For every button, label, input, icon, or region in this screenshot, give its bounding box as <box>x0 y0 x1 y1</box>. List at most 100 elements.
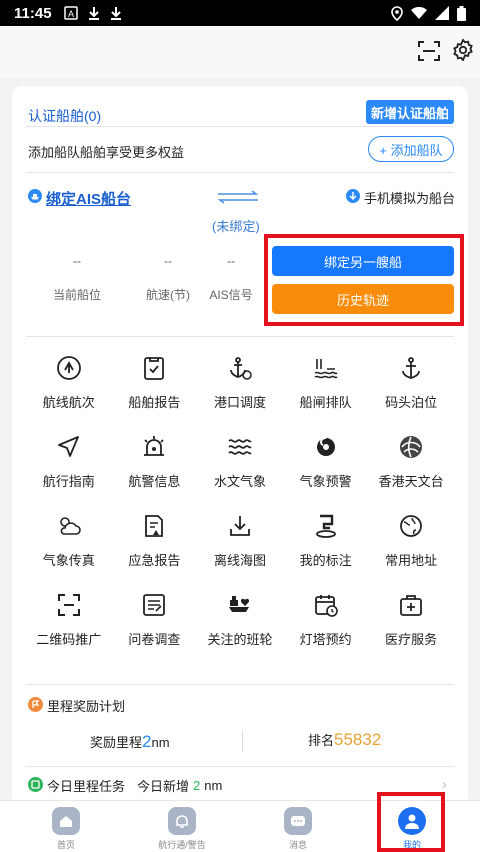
feature-label: 航行指南 <box>42 474 95 489</box>
feature-nav-guide[interactable]: 航行指南 <box>26 433 112 490</box>
svg-text:A: A <box>68 9 74 19</box>
feature-qrcode-promo[interactable]: 二维码推广 <box>26 591 112 648</box>
certified-ships-title[interactable]: 认证船舶(0) <box>28 106 101 126</box>
phone-sim-link[interactable]: 手机模拟为船台 <box>346 188 455 207</box>
tab-messages[interactable]: 消息 <box>258 807 338 851</box>
divider <box>242 730 243 752</box>
feature-nav-warning[interactable]: 航警信息 <box>112 433 198 490</box>
route-icon <box>55 354 83 382</box>
download-status-icon <box>88 6 100 20</box>
mileage-plan-title[interactable]: 里程奖励计划 <box>28 696 125 715</box>
status-bar: 11:45 A <box>0 0 480 26</box>
feature-label: 航线航次 <box>42 395 95 410</box>
divider <box>26 172 454 173</box>
feature-hk-observatory[interactable]: 香港天文台 <box>368 433 454 490</box>
stat-label: 航速(节) <box>146 288 190 302</box>
anchor-icon <box>397 354 425 382</box>
download-icon <box>226 512 254 540</box>
gear-icon[interactable] <box>452 38 474 66</box>
stat-position: -- 当前船位 <box>42 254 112 303</box>
alarm-icon <box>140 433 168 461</box>
task-new-unit: nm <box>204 778 223 793</box>
add-certified-ship-button[interactable]: 新增认证船舶 <box>366 100 454 124</box>
profile-card: 认证船舶(0) 新增认证船舶 添加船队船舶享受更多权益 + 添加船队 绑定AIS… <box>12 86 468 806</box>
feature-weather-fax[interactable]: 气象传真 <box>26 512 112 569</box>
feature-my-markers[interactable]: 我的标注 <box>283 512 369 569</box>
feature-label: 气象预警 <box>299 474 352 489</box>
feature-weather-alert[interactable]: 气象预警 <box>283 433 369 490</box>
task-new-label: 今日新增 <box>137 779 190 794</box>
feature-hydro-weather[interactable]: 水文气象 <box>197 433 283 490</box>
address-icon <box>397 512 425 540</box>
highlight-box <box>377 792 445 852</box>
feature-label: 船闸排队 <box>299 395 352 410</box>
feature-emergency-report[interactable]: 应急报告 <box>112 512 198 569</box>
feature-label: 港口调度 <box>213 395 266 410</box>
tab-home[interactable]: 首页 <box>26 807 106 851</box>
mileage-stats: 奖励里程2nm 排名55832 <box>26 726 454 756</box>
rank-value: 55832 <box>334 730 382 749</box>
feature-label: 水文气象 <box>213 474 266 489</box>
anchor-dispatch-icon <box>226 354 254 382</box>
emergency-report-icon <box>140 512 168 540</box>
chevron-right-icon: › <box>442 776 447 792</box>
navigate-icon <box>55 433 83 461</box>
reward-mileage[interactable]: 奖励里程2nm <box>90 732 170 752</box>
feature-label: 常用地址 <box>385 553 438 568</box>
feature-port-dispatch[interactable]: 港口调度 <box>197 354 283 411</box>
divider <box>26 126 454 127</box>
feature-label: 航警信息 <box>128 474 181 489</box>
observatory-icon <box>397 433 425 461</box>
tab-notices[interactable]: 航行通/警告 <box>142 807 222 851</box>
feature-medical[interactable]: 医疗服务 <box>368 591 454 648</box>
feature-label: 码头泊位 <box>385 395 438 410</box>
app-icon: A <box>63 6 78 20</box>
survey-icon <box>140 591 168 619</box>
add-fleet-button[interactable]: + 添加船队 <box>368 136 454 162</box>
feature-label: 离线海图 <box>213 553 266 568</box>
qrcode-icon <box>55 591 83 619</box>
feature-route[interactable]: 航线航次 <box>26 354 112 411</box>
feature-label: 我的标注 <box>299 553 352 568</box>
feature-ship-report[interactable]: 船舶报告 <box>112 354 198 411</box>
feature-label: 应急报告 <box>128 553 181 568</box>
chat-icon <box>284 807 312 835</box>
scan-icon[interactable] <box>418 40 440 67</box>
stat-ais-signal: -- AIS信号 <box>202 254 260 303</box>
task-new-value: 2 <box>193 778 201 793</box>
daily-task-row[interactable]: 今日里程任务 今日新增 2 nm <box>28 776 222 795</box>
feature-berth[interactable]: 码头泊位 <box>368 354 454 411</box>
signal-icon <box>435 6 449 20</box>
calendar-icon <box>312 591 340 619</box>
task-icon <box>28 776 43 795</box>
feature-lock-queue[interactable]: 船闸排队 <box>283 354 369 411</box>
divider <box>26 684 454 685</box>
tab-label: 航行通/警告 <box>158 840 206 850</box>
feature-followed-liners[interactable]: 关注的班轮 <box>197 591 283 648</box>
reward-label: 奖励里程 <box>90 735 143 750</box>
stat-label: 当前船位 <box>52 288 101 302</box>
reward-unit: nm <box>151 735 170 750</box>
feature-offline-chart[interactable]: 离线海图 <box>197 512 283 569</box>
feature-label: 二维码推广 <box>36 632 102 647</box>
feature-label: 医疗服务 <box>385 632 438 647</box>
divider <box>26 336 454 337</box>
bind-ais-link[interactable]: 绑定AIS船台 <box>28 188 131 209</box>
stat-value: -- <box>227 254 235 268</box>
stat-speed: -- 航速(节) <box>134 254 202 303</box>
feature-common-address[interactable]: 常用地址 <box>368 512 454 569</box>
transfer-arrows-icon <box>216 190 260 209</box>
feature-lighthouse-booking[interactable]: 灯塔预约 <box>283 591 369 648</box>
mileage-icon <box>28 696 43 715</box>
location-icon <box>391 5 403 21</box>
rank-label: 排名 <box>308 733 335 748</box>
feature-label: 气象传真 <box>42 553 95 568</box>
feature-label: 灯塔预约 <box>299 632 352 647</box>
feature-survey[interactable]: 问卷调查 <box>112 591 198 648</box>
fleet-hint: 添加船队船舶享受更多权益 <box>28 145 185 160</box>
rank[interactable]: 排名55832 <box>308 730 381 750</box>
bind-ais-label: 绑定AIS船台 <box>46 191 132 208</box>
highlight-box <box>264 234 464 326</box>
unbound-status: (未绑定) <box>212 219 260 234</box>
mileage-plan-label: 里程奖励计划 <box>47 699 126 714</box>
